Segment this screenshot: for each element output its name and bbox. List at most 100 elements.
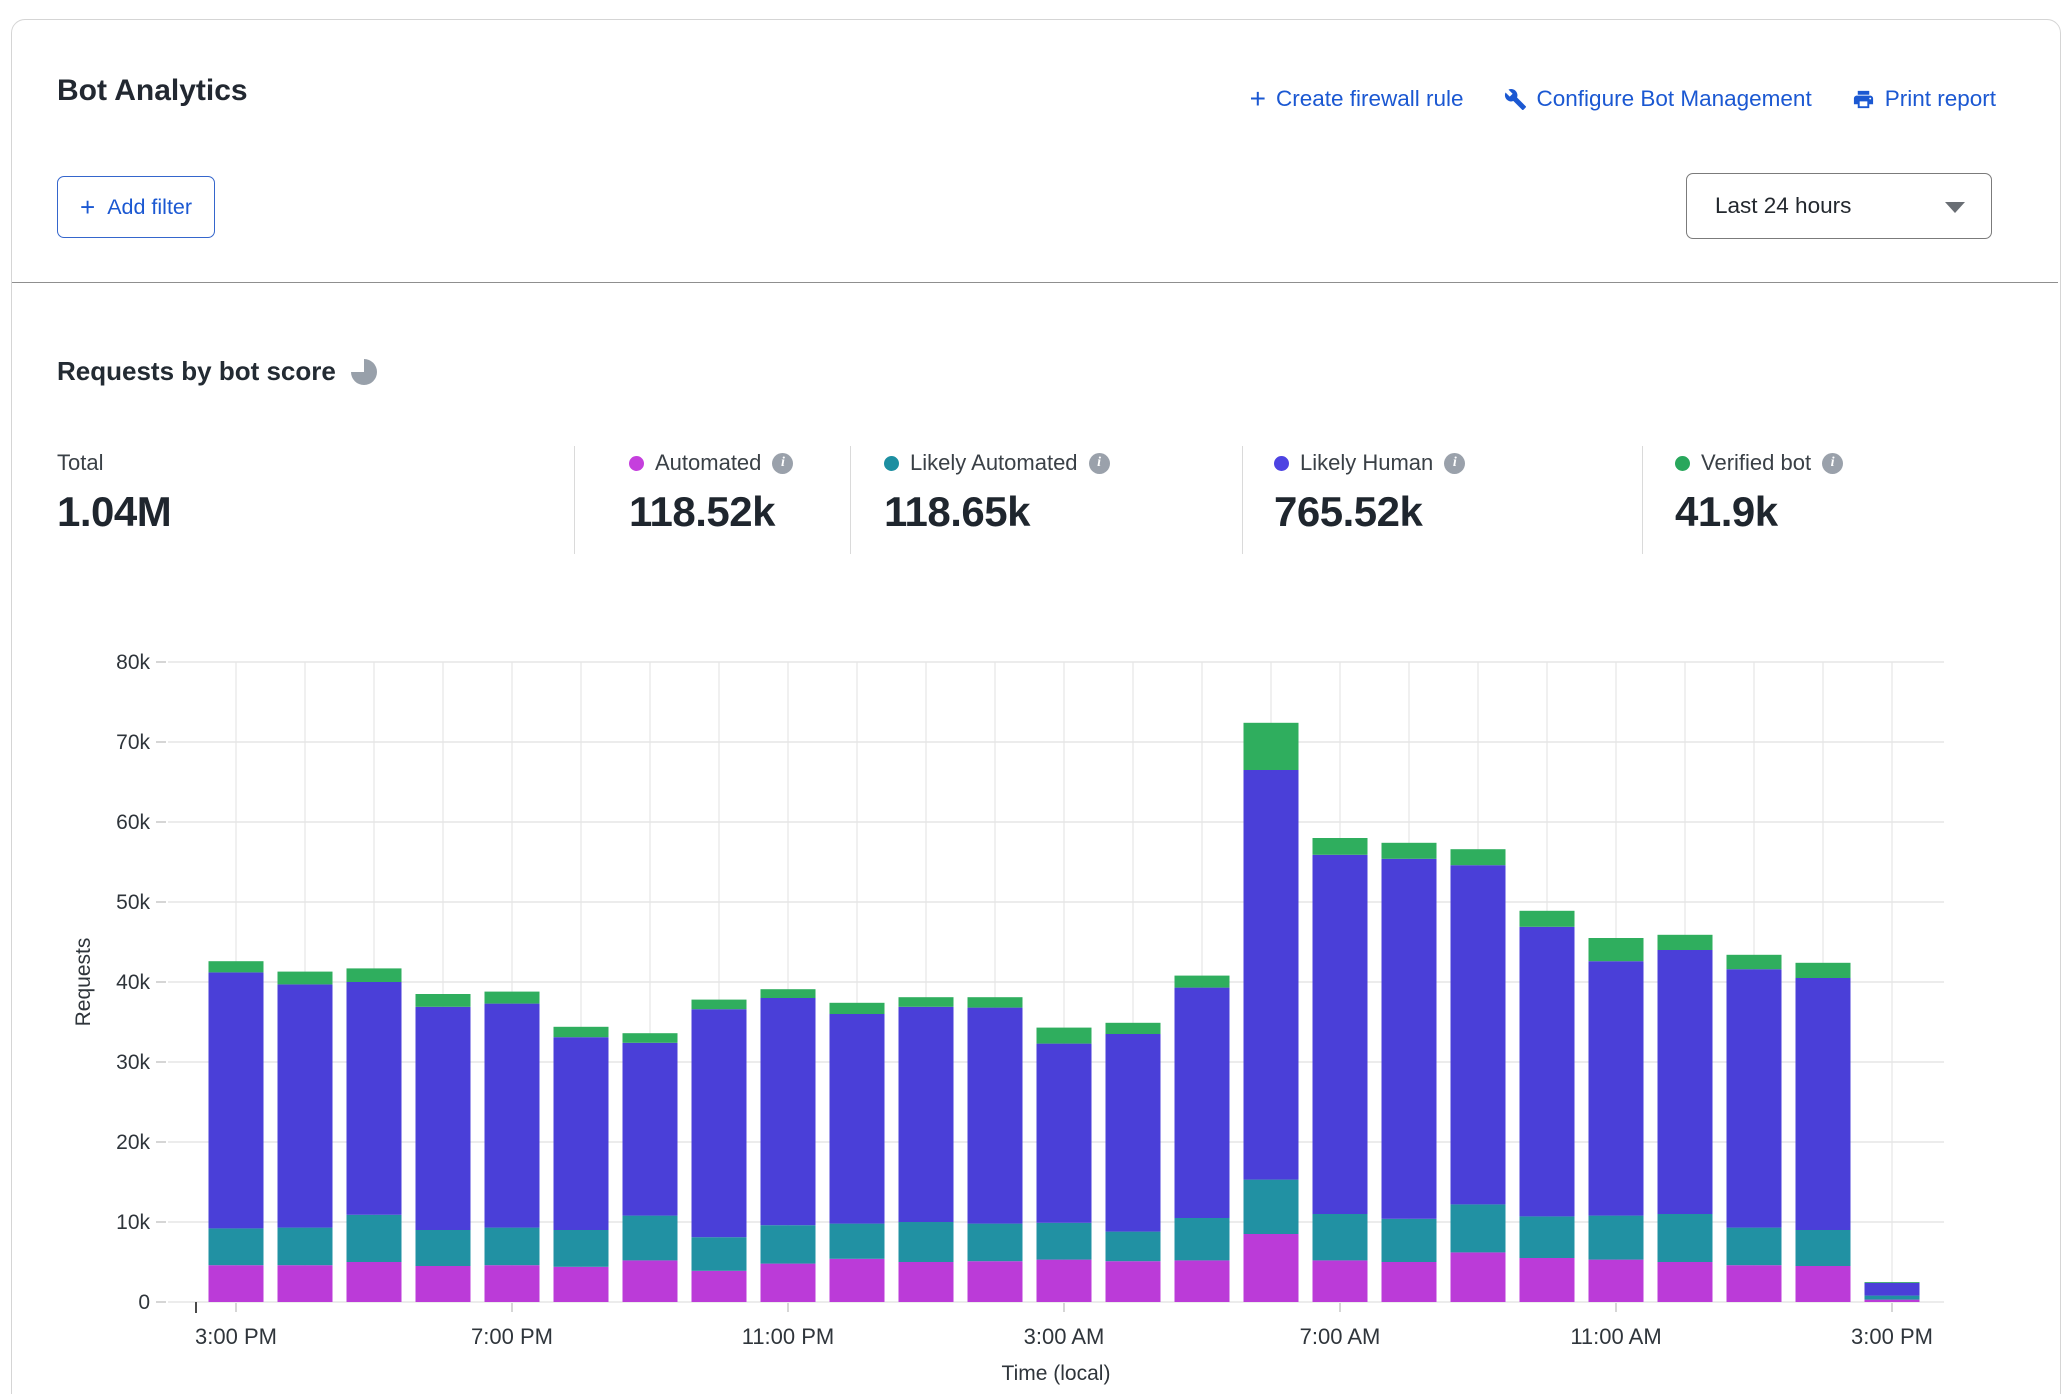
bar-segment-verified_bot[interactable]: [485, 992, 540, 1004]
bar-segment-automated[interactable]: [278, 1265, 333, 1302]
bar-segment-likely_automated[interactable]: [1313, 1214, 1368, 1260]
bar-segment-verified_bot[interactable]: [1037, 1028, 1092, 1044]
bar-segment-likely_automated[interactable]: [1106, 1232, 1161, 1262]
bar-segment-automated[interactable]: [1106, 1261, 1161, 1302]
bar-segment-verified_bot[interactable]: [416, 994, 471, 1007]
bar-segment-verified_bot[interactable]: [209, 961, 264, 972]
bar-segment-likely_automated[interactable]: [1382, 1219, 1437, 1262]
bar-segment-automated[interactable]: [1175, 1260, 1230, 1302]
info-icon[interactable]: i: [772, 453, 793, 474]
bar-segment-likely_human[interactable]: [278, 984, 333, 1227]
bar-segment-likely_human[interactable]: [1313, 855, 1368, 1214]
bar-segment-automated[interactable]: [1037, 1260, 1092, 1302]
bar-segment-likely_human[interactable]: [1865, 1283, 1920, 1296]
bar-segment-automated[interactable]: [830, 1259, 885, 1302]
bar-segment-verified_bot[interactable]: [554, 1027, 609, 1037]
bar-segment-likely_human[interactable]: [1589, 961, 1644, 1215]
bar-segment-likely_human[interactable]: [899, 1007, 954, 1222]
bar-segment-automated[interactable]: [209, 1265, 264, 1302]
bar-segment-verified_bot[interactable]: [1658, 935, 1713, 950]
bar-segment-likely_automated[interactable]: [1589, 1216, 1644, 1260]
bar-segment-likely_automated[interactable]: [1037, 1223, 1092, 1260]
bar-segment-verified_bot[interactable]: [1589, 938, 1644, 961]
bar-segment-verified_bot[interactable]: [1796, 963, 1851, 978]
bar-segment-likely_automated[interactable]: [1658, 1214, 1713, 1262]
bar-segment-verified_bot[interactable]: [1865, 1282, 1920, 1283]
bar-segment-likely_automated[interactable]: [209, 1228, 264, 1265]
bar-segment-verified_bot[interactable]: [1520, 911, 1575, 927]
bar-segment-automated[interactable]: [1658, 1262, 1713, 1302]
bar-segment-likely_human[interactable]: [1244, 770, 1299, 1180]
bar-segment-automated[interactable]: [968, 1261, 1023, 1302]
create-firewall-rule-link[interactable]: + Create firewall rule: [1250, 86, 1464, 112]
time-range-select[interactable]: Last 24 hours: [1686, 173, 1992, 239]
bar-segment-automated[interactable]: [1520, 1258, 1575, 1302]
bar-segment-automated[interactable]: [1451, 1252, 1506, 1302]
bar-segment-automated[interactable]: [1589, 1260, 1644, 1302]
info-icon[interactable]: i: [1089, 453, 1110, 474]
bar-segment-likely_automated[interactable]: [1175, 1218, 1230, 1260]
print-report-link[interactable]: Print report: [1852, 86, 1996, 112]
bar-segment-likely_human[interactable]: [416, 1007, 471, 1230]
bar-segment-verified_bot[interactable]: [1382, 843, 1437, 859]
bar-segment-automated[interactable]: [416, 1266, 471, 1302]
bar-segment-likely_human[interactable]: [968, 1008, 1023, 1224]
bar-segment-verified_bot[interactable]: [623, 1033, 678, 1043]
bar-segment-automated[interactable]: [1796, 1266, 1851, 1302]
bar-segment-likely_automated[interactable]: [278, 1228, 333, 1266]
bar-segment-likely_automated[interactable]: [1244, 1180, 1299, 1234]
bar-segment-automated[interactable]: [485, 1265, 540, 1302]
bar-segment-likely_human[interactable]: [1520, 927, 1575, 1217]
bar-segment-automated[interactable]: [347, 1262, 402, 1302]
configure-bot-management-link[interactable]: Configure Bot Management: [1504, 86, 1812, 112]
bar-segment-likely_human[interactable]: [1382, 859, 1437, 1219]
bar-segment-likely_human[interactable]: [1658, 950, 1713, 1214]
bar-segment-likely_human[interactable]: [692, 1009, 747, 1237]
bar-segment-verified_bot[interactable]: [1175, 976, 1230, 988]
bar-segment-likely_automated[interactable]: [485, 1228, 540, 1266]
bar-segment-likely_automated[interactable]: [830, 1224, 885, 1259]
bar-segment-likely_human[interactable]: [623, 1043, 678, 1216]
bar-segment-automated[interactable]: [1244, 1234, 1299, 1302]
bar-segment-likely_human[interactable]: [1451, 865, 1506, 1204]
bar-segment-automated[interactable]: [692, 1271, 747, 1302]
bar-segment-verified_bot[interactable]: [1313, 838, 1368, 855]
bar-segment-likely_human[interactable]: [485, 1004, 540, 1228]
bar-segment-verified_bot[interactable]: [1727, 955, 1782, 969]
bar-segment-likely_automated[interactable]: [1796, 1230, 1851, 1266]
bar-segment-verified_bot[interactable]: [830, 1003, 885, 1014]
bar-segment-likely_automated[interactable]: [1520, 1216, 1575, 1258]
bar-segment-likely_automated[interactable]: [692, 1237, 747, 1271]
bar-segment-likely_human[interactable]: [209, 972, 264, 1228]
bar-segment-verified_bot[interactable]: [899, 997, 954, 1007]
bar-segment-likely_automated[interactable]: [1865, 1296, 1920, 1300]
bar-segment-verified_bot[interactable]: [347, 968, 402, 982]
bar-segment-automated[interactable]: [1865, 1300, 1920, 1302]
bar-segment-likely_human[interactable]: [1106, 1034, 1161, 1232]
bar-segment-automated[interactable]: [761, 1264, 816, 1302]
bar-segment-likely_human[interactable]: [830, 1014, 885, 1224]
bar-segment-likely_human[interactable]: [554, 1037, 609, 1230]
bar-segment-likely_automated[interactable]: [416, 1230, 471, 1266]
bar-segment-likely_automated[interactable]: [899, 1222, 954, 1262]
bar-segment-likely_human[interactable]: [1796, 978, 1851, 1230]
bar-segment-likely_automated[interactable]: [968, 1224, 1023, 1262]
bar-segment-verified_bot[interactable]: [278, 972, 333, 985]
bar-segment-likely_automated[interactable]: [761, 1225, 816, 1263]
bar-segment-verified_bot[interactable]: [1244, 723, 1299, 770]
bar-segment-verified_bot[interactable]: [1106, 1023, 1161, 1034]
bar-segment-automated[interactable]: [1727, 1265, 1782, 1302]
bar-segment-likely_automated[interactable]: [347, 1215, 402, 1262]
bar-segment-likely_human[interactable]: [761, 998, 816, 1225]
bar-segment-verified_bot[interactable]: [692, 1000, 747, 1010]
bar-segment-automated[interactable]: [899, 1262, 954, 1302]
bar-segment-likely_automated[interactable]: [1451, 1204, 1506, 1252]
info-icon[interactable]: i: [1444, 453, 1465, 474]
info-icon[interactable]: i: [1822, 453, 1843, 474]
bar-segment-likely_automated[interactable]: [1727, 1228, 1782, 1266]
bar-segment-verified_bot[interactable]: [968, 997, 1023, 1007]
add-filter-button[interactable]: + Add filter: [57, 176, 215, 238]
bar-segment-likely_human[interactable]: [1727, 969, 1782, 1227]
bar-segment-automated[interactable]: [554, 1267, 609, 1302]
bar-segment-verified_bot[interactable]: [761, 989, 816, 998]
